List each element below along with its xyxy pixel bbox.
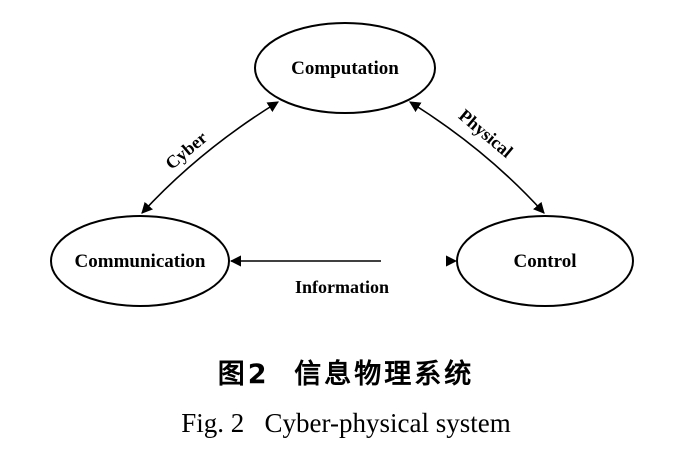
cyber-physical-diagram: Computation Communication Control Cyber … <box>50 22 634 307</box>
node-computation-label: Computation <box>291 58 399 79</box>
edge-information-label: Information <box>295 277 389 297</box>
node-communication: Communication <box>50 215 230 307</box>
node-communication-label: Communication <box>75 251 206 272</box>
node-computation: Computation <box>254 22 436 114</box>
node-control: Control <box>456 215 634 307</box>
figure-caption-chinese: 图2 信息物理系统 <box>217 359 475 390</box>
figure-caption-english: Fig. 2 Cyber-physical system <box>181 408 511 438</box>
node-control-label: Control <box>514 251 577 272</box>
edge-physical-label: Physical <box>455 105 517 161</box>
edge-cyber-label: Cyber <box>161 127 211 173</box>
